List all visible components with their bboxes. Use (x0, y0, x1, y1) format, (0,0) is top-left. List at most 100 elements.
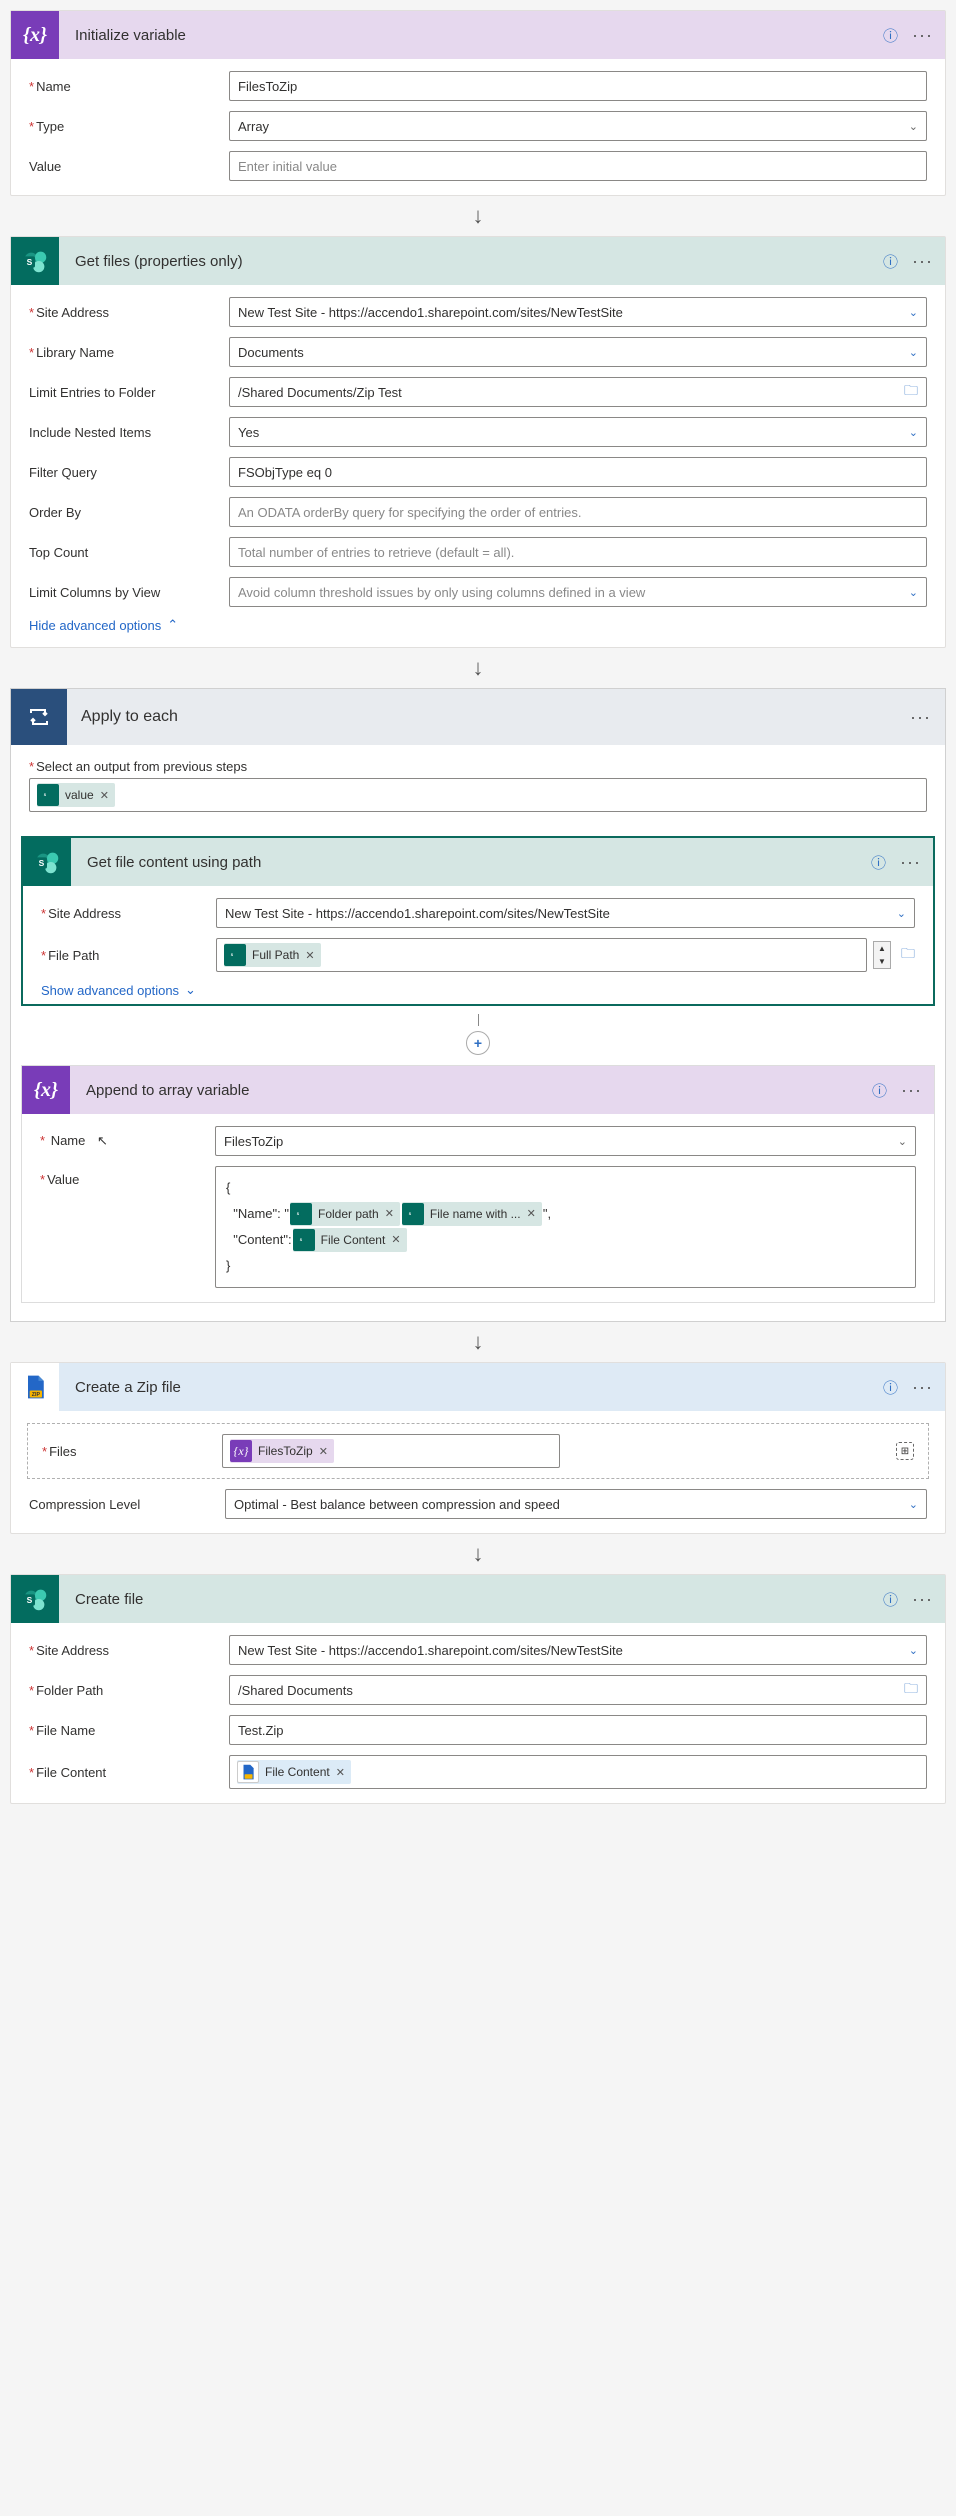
hide-advanced-link[interactable]: Hide advanced options ⌃ (29, 617, 927, 633)
token-value[interactable]: S value ✕ (37, 783, 115, 807)
card-title: Get file content using path (81, 854, 861, 871)
token-filestozip[interactable]: {x} FilesToZip ✕ (230, 1439, 334, 1463)
value-code-input[interactable]: { "Name": " SFolder path✕ SFile name wit… (215, 1166, 916, 1288)
help-icon[interactable]: ⓘ (871, 852, 886, 873)
more-icon[interactable]: ··· (910, 707, 931, 728)
select-output-input[interactable]: S value ✕ (29, 778, 927, 812)
more-icon[interactable]: ··· (900, 852, 921, 873)
limitfolder-label: Limit Entries to Folder (29, 385, 229, 400)
name-input[interactable]: FilesToZip (229, 71, 927, 101)
top-input[interactable]: Total number of entries to retrieve (def… (229, 537, 927, 567)
folder-icon: 🗀 (904, 1678, 918, 1702)
filecontent-input[interactable]: File Content ✕ (229, 1755, 927, 1789)
folder-icon: 🗀 (904, 380, 918, 404)
folder-label: Folder Path (29, 1683, 229, 1698)
filepath-label: File Path (41, 948, 216, 963)
card-header[interactable]: ZIP Create a Zip file ⓘ ··· (11, 1363, 945, 1411)
more-icon[interactable]: ··· (912, 25, 933, 46)
card-header[interactable]: S Get file content using path ⓘ ··· (23, 838, 933, 886)
remove-token-icon[interactable]: ✕ (336, 1766, 345, 1779)
create-zip-card: ZIP Create a Zip file ⓘ ··· Files {x} Fi… (10, 1362, 946, 1534)
token-filecontent[interactable]: SFile Content✕ (293, 1228, 407, 1252)
type-label: Type (29, 119, 229, 134)
library-select[interactable]: Documents⌄ (229, 337, 927, 367)
limitcols-label: Limit Columns by View (29, 585, 229, 600)
token-fullpath[interactable]: S Full Path ✕ (224, 943, 321, 967)
sharepoint-icon: S (11, 1575, 59, 1623)
loop-icon (11, 689, 67, 745)
card-title: Apply to each (67, 708, 910, 726)
zip-icon: ZIP (11, 1363, 59, 1411)
files-dashed-row: Files {x} FilesToZip ✕ ⊞ (27, 1423, 929, 1479)
limitfolder-input[interactable]: /Shared Documents/Zip Test🗀 (229, 377, 927, 407)
card-title: Get files (properties only) (69, 253, 873, 270)
limitcols-select[interactable]: Avoid column threshold issues by only us… (229, 577, 927, 607)
value-input[interactable]: Enter initial value (229, 151, 927, 181)
filepath-input[interactable]: S Full Path ✕ (216, 938, 867, 972)
chevron-down-icon: ⌄ (909, 586, 918, 599)
flow-arrow-icon: ↓ (10, 1322, 946, 1362)
get-files-card: S Get files (properties only) ⓘ ··· Site… (10, 236, 946, 648)
more-icon[interactable]: ··· (912, 1377, 933, 1398)
site-label: Site Address (41, 906, 216, 921)
filename-input[interactable]: Test.Zip (229, 1715, 927, 1745)
folder-input[interactable]: /Shared Documents🗀 (229, 1675, 927, 1705)
help-icon[interactable]: ⓘ (883, 1377, 898, 1398)
site-label: Site Address (29, 305, 229, 320)
site-select[interactable]: New Test Site - https://accendo1.sharepo… (229, 297, 927, 327)
show-advanced-link[interactable]: Show advanced options ⌄ (41, 982, 915, 998)
filter-label: Filter Query (29, 465, 229, 480)
chevron-down-icon: ⌄ (909, 120, 918, 133)
card-header[interactable]: {x} Initialize variable ⓘ ··· (11, 11, 945, 59)
type-select[interactable]: Array ⌄ (229, 111, 927, 141)
site-select[interactable]: New Test Site - https://accendo1.sharepo… (216, 898, 915, 928)
token-filecontent[interactable]: File Content ✕ (237, 1760, 351, 1784)
nested-label: Include Nested Items (29, 425, 229, 440)
spinner-up-icon: ▲ (874, 944, 890, 953)
compression-label: Compression Level (29, 1497, 225, 1512)
flow-arrow-icon: ↓ (10, 196, 946, 236)
spinner-down-icon: ▼ (874, 957, 890, 966)
token-folderpath[interactable]: SFolder path✕ (290, 1202, 400, 1226)
remove-token-icon[interactable]: ✕ (385, 1201, 394, 1227)
files-label: Files (42, 1444, 222, 1459)
remove-token-icon[interactable]: ✕ (527, 1201, 536, 1227)
more-icon[interactable]: ··· (901, 1080, 922, 1101)
filter-input[interactable]: FSObjType eq 0 (229, 457, 927, 487)
remove-token-icon[interactable]: ✕ (100, 789, 109, 802)
orderby-input[interactable]: An ODATA orderBy query for specifying th… (229, 497, 927, 527)
remove-token-icon[interactable]: ✕ (319, 1445, 328, 1458)
site-select[interactable]: New Test Site - https://accendo1.sharepo… (229, 1635, 927, 1665)
spinner[interactable]: ▲▼ (873, 941, 891, 969)
help-icon[interactable]: ⓘ (883, 25, 898, 46)
compression-select[interactable]: Optimal - Best balance between compressi… (225, 1489, 927, 1519)
help-icon[interactable]: ⓘ (883, 251, 898, 272)
initialize-variable-card: {x} Initialize variable ⓘ ··· Name Files… (10, 10, 946, 196)
help-icon[interactable]: ⓘ (883, 1589, 898, 1610)
folder-picker-icon[interactable]: 🗀 (901, 943, 915, 967)
svg-text:S: S (39, 858, 45, 868)
variable-icon: {x} (11, 11, 59, 59)
apply-to-each-container: Apply to each ··· Select an output from … (10, 688, 946, 1322)
remove-token-icon[interactable]: ✕ (391, 1227, 400, 1253)
card-header[interactable]: {x} Append to array variable ⓘ ··· (22, 1066, 934, 1114)
more-icon[interactable]: ··· (912, 251, 933, 272)
chevron-down-icon: ⌄ (185, 982, 196, 998)
chevron-down-icon: ⌄ (898, 1135, 907, 1148)
chevron-down-icon: ⌄ (909, 346, 918, 359)
dynamic-content-icon[interactable]: ⊞ (896, 1442, 914, 1460)
select-output-label: Select an output from previous steps (29, 759, 927, 774)
name-label: Name (29, 79, 229, 94)
help-icon[interactable]: ⓘ (872, 1080, 887, 1101)
token-filename[interactable]: SFile name with ...✕ (402, 1202, 542, 1226)
cursor-icon: ↖ (97, 1133, 108, 1148)
card-header[interactable]: Apply to each ··· (11, 689, 945, 745)
remove-token-icon[interactable]: ✕ (305, 949, 314, 962)
files-input[interactable]: {x} FilesToZip ✕ (222, 1434, 560, 1468)
more-icon[interactable]: ··· (912, 1589, 933, 1610)
nested-select[interactable]: Yes⌄ (229, 417, 927, 447)
name-select[interactable]: FilesToZip⌄ (215, 1126, 916, 1156)
add-step-button[interactable]: + (466, 1031, 490, 1055)
card-header[interactable]: S Create file ⓘ ··· (11, 1575, 945, 1623)
card-header[interactable]: S Get files (properties only) ⓘ ··· (11, 237, 945, 285)
